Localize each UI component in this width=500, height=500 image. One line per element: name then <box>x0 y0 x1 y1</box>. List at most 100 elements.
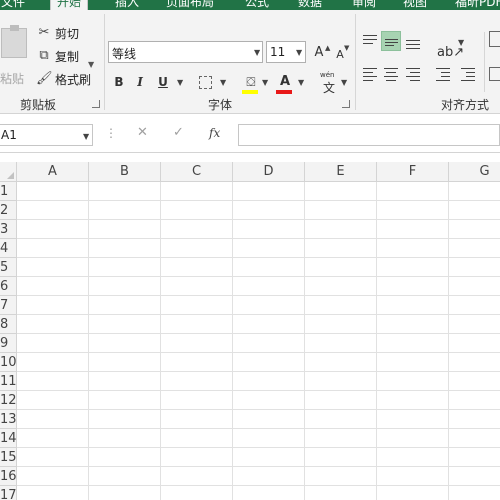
font-size-value: 11 <box>270 45 286 59</box>
column-header-d[interactable]: D <box>233 162 305 182</box>
chevron-down-icon[interactable]: ▼ <box>262 78 268 87</box>
row-gridline <box>17 314 500 315</box>
name-box[interactable]: A1 ▼ <box>0 124 93 146</box>
border-icon[interactable] <box>199 76 212 89</box>
row-header-4[interactable]: 4 <box>0 239 17 258</box>
worksheet-grid[interactable]: ABCDEFG 1 2 3 4 5 6 7 8 9 10 11 12 13 14 15 16 17 <box>0 162 500 500</box>
font-color-button[interactable]: A <box>278 72 292 92</box>
row-header-1[interactable]: 1 <box>0 182 17 201</box>
select-all-button[interactable] <box>0 162 17 182</box>
align-left-button[interactable] <box>360 63 380 83</box>
column-header-c[interactable]: C <box>161 162 233 182</box>
name-box-value: A1 <box>1 128 17 142</box>
row-gridline <box>17 428 500 429</box>
tab-formulas[interactable]: 公式 <box>245 0 269 10</box>
column-header-g[interactable]: G <box>449 162 500 182</box>
row-gridline <box>17 390 500 391</box>
format-painter-button[interactable]: 🖌 格式刷 <box>36 70 91 88</box>
chevron-down-icon[interactable]: ▼ <box>298 78 304 87</box>
tab-file[interactable]: 文件 <box>1 0 25 10</box>
chevron-down-icon[interactable]: ▼ <box>83 132 89 141</box>
align-middle-button[interactable] <box>381 31 401 51</box>
formula-input[interactable] <box>238 124 500 146</box>
tab-review[interactable]: 审阅 <box>352 0 376 10</box>
tab-data[interactable]: 数据 <box>298 0 322 10</box>
cancel-icon[interactable]: ✕ <box>137 125 148 140</box>
copy-dropdown-icon[interactable]: ▼ <box>88 60 94 69</box>
italic-button[interactable]: I <box>134 72 146 92</box>
row-gridline <box>17 238 500 239</box>
column-header-e[interactable]: E <box>305 162 377 182</box>
chevron-down-icon[interactable]: ▼ <box>458 38 464 47</box>
row-header-13[interactable]: 13 <box>0 410 17 429</box>
tab-foxit-pdf[interactable]: 福昕PDF <box>455 0 500 10</box>
chevron-down-icon: ▼ <box>296 48 303 57</box>
paste-button[interactable]: 粘贴 <box>0 24 30 86</box>
row-header-6[interactable]: 6 <box>0 277 17 296</box>
grow-font-button[interactable]: A <box>312 43 326 63</box>
clipboard-group-label: 剪贴板 <box>20 98 57 112</box>
row-header-12[interactable]: 12 <box>0 391 17 410</box>
row-header-11[interactable]: 11 <box>0 372 17 391</box>
copy-label: 复制 <box>55 49 80 64</box>
clipboard-icon <box>1 25 27 58</box>
row-header-5[interactable]: 5 <box>0 258 17 277</box>
fill-color-swatch <box>242 90 258 94</box>
decrease-indent-button[interactable] <box>433 63 453 83</box>
cut-button[interactable]: ✂ 剪切 <box>36 24 79 42</box>
wrap-text-icon[interactable] <box>489 31 500 47</box>
row-header-8[interactable]: 8 <box>0 315 17 334</box>
align-bottom-button[interactable] <box>403 31 423 51</box>
row-header-3[interactable]: 3 <box>0 220 17 239</box>
row-header-15[interactable]: 15 <box>0 448 17 467</box>
phonetic-char: 文 <box>323 81 336 95</box>
column-header-f[interactable]: F <box>377 162 449 182</box>
row-header-10[interactable]: 10 <box>0 353 17 372</box>
ribbon-tab-bar: 文件 开始 插入 页面布局 公式 数据 审阅 视图 福昕PDF <box>0 0 500 10</box>
row-header-9[interactable]: 9 <box>0 334 17 353</box>
row-gridline <box>17 333 500 334</box>
tab-page-layout[interactable]: 页面布局 <box>166 0 214 10</box>
format-painter-label: 格式刷 <box>55 72 92 87</box>
bold-button[interactable]: B <box>112 72 126 92</box>
clipboard-launcher-icon[interactable] <box>92 100 100 108</box>
tab-home[interactable]: 开始 <box>50 0 88 10</box>
row-header-14[interactable]: 14 <box>0 429 17 448</box>
formula-bar-buttons: ✕ ✓ fx <box>125 124 235 146</box>
formula-bar-grip-icon[interactable]: ⋮ <box>105 126 117 140</box>
align-center-button[interactable] <box>381 63 401 83</box>
column-header-a[interactable]: A <box>17 162 89 182</box>
row-gridline <box>17 200 500 201</box>
font-size-select[interactable]: 11 ▼ <box>266 41 306 63</box>
font-launcher-icon[interactable] <box>342 100 350 108</box>
align-top-button[interactable] <box>360 31 380 51</box>
align-right-button[interactable] <box>403 63 423 83</box>
brush-icon: 🖌 <box>36 71 53 86</box>
text-orientation-icon[interactable]: ab↗ <box>437 43 464 63</box>
cut-label: 剪切 <box>55 26 80 41</box>
font-name-select[interactable]: 等线 ▼ <box>108 41 263 63</box>
chevron-down-icon[interactable]: ▼ <box>341 78 347 87</box>
group-divider <box>104 14 105 110</box>
row-gridline <box>17 371 500 372</box>
merge-cells-icon[interactable] <box>489 67 500 81</box>
formula-bar: A1 ▼ ⋮ ✕ ✓ fx <box>0 115 500 153</box>
chevron-down-icon[interactable]: ▼ <box>220 78 226 87</box>
row-header-17[interactable]: 17 <box>0 486 17 500</box>
column-header-b[interactable]: B <box>89 162 161 182</box>
insert-function-icon[interactable]: fx <box>209 126 220 140</box>
tab-view[interactable]: 视图 <box>403 0 427 10</box>
tab-insert[interactable]: 插入 <box>115 0 139 10</box>
row-header-7[interactable]: 7 <box>0 296 17 315</box>
row-header-16[interactable]: 16 <box>0 467 17 486</box>
row-header-2[interactable]: 2 <box>0 201 17 220</box>
paint-bucket-icon[interactable]: ⛋ <box>241 72 261 92</box>
underline-button[interactable]: U <box>156 72 170 92</box>
chevron-down-icon[interactable]: ▼ <box>177 78 183 87</box>
phonetic-guide-button[interactable]: wén 文 <box>318 71 342 95</box>
copy-icon: ⧉ <box>39 48 49 63</box>
increase-indent-button[interactable] <box>458 63 478 83</box>
copy-button[interactable]: ⧉ 复制 <box>36 47 79 65</box>
enter-icon[interactable]: ✓ <box>173 125 184 140</box>
group-divider <box>484 32 485 92</box>
